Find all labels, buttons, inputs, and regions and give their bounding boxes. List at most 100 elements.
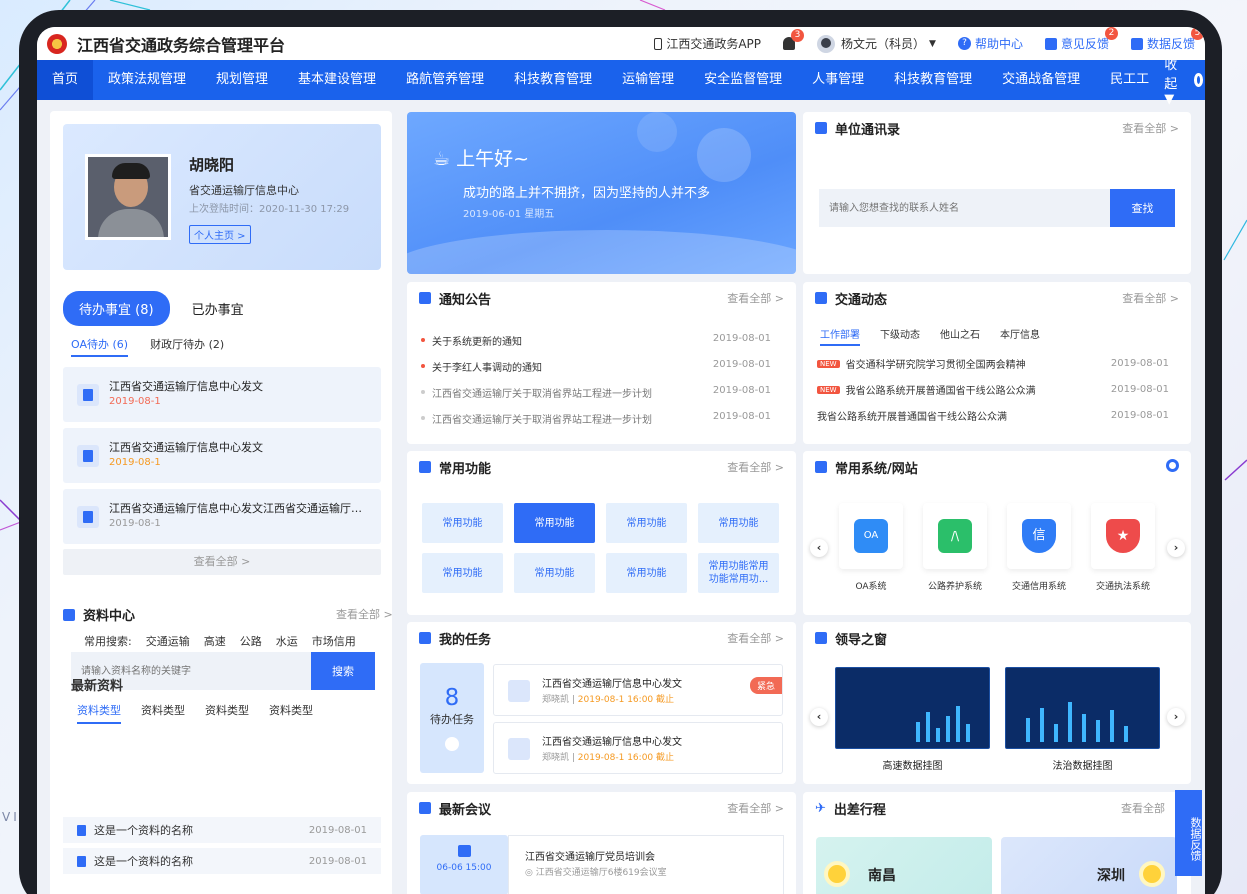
- meetings-more-link[interactable]: 查看全部 >: [727, 800, 784, 816]
- common-search-tag[interactable]: 公路: [240, 633, 262, 649]
- nav-item-transport[interactable]: 运输管理: [607, 60, 689, 100]
- profile-org: 省交通运输厅信息中心: [189, 184, 299, 197]
- contact-search-input[interactable]: [819, 189, 1110, 227]
- function-button[interactable]: 常用功能: [606, 553, 687, 593]
- nav-item-planning[interactable]: 规划管理: [201, 60, 283, 100]
- materials-search-button[interactable]: 搜索: [311, 652, 375, 690]
- file-row[interactable]: 这是一个资料的名称 2019-08-01: [63, 817, 381, 843]
- tab-subordinate[interactable]: 下级动态: [880, 326, 920, 346]
- notice-item[interactable]: 关于系统更新的通知 2019-08-01: [421, 333, 771, 348]
- system-item-enforcement[interactable]: ★ 交通执法系统: [1081, 503, 1165, 592]
- function-button[interactable]: 常用功能: [698, 503, 779, 543]
- materials-more-link[interactable]: 查看全部 >: [336, 606, 393, 622]
- system-item-road[interactable]: /\ 公路养护系统: [913, 503, 997, 592]
- trips-more-link[interactable]: 查看全部: [1121, 800, 1165, 816]
- pending-tasks-summary[interactable]: 8 待办任务: [420, 663, 484, 773]
- meeting-item[interactable]: 江西省交通运输厅党员培训会 ◎ 江西省交通运输厅6楼619会议室: [508, 835, 784, 894]
- side-data-feedback-button[interactable]: 数据反馈: [1175, 790, 1202, 876]
- systems-settings[interactable]: [1166, 459, 1179, 475]
- nav-item-tech-education-2[interactable]: 科技教育管理: [879, 60, 987, 100]
- function-button[interactable]: 常用功能: [514, 553, 595, 593]
- function-button[interactable]: 常用功能常用功能常用功...: [698, 553, 779, 593]
- profile-card: 胡晓阳 省交通运输厅信息中心 上次登陆时间：2020-11-30 17:29 个…: [63, 124, 381, 270]
- function-button[interactable]: 常用功能: [422, 553, 503, 593]
- dynamics-more-link[interactable]: 查看全部 >: [1122, 290, 1179, 306]
- contacts-title: 单位通讯录: [835, 122, 901, 138]
- todo-item[interactable]: 江西省交通运输厅信息中心发文江西省交通运输厅信息中... 2019-08-1: [63, 489, 381, 544]
- nav-item-policy[interactable]: 政策法规管理: [93, 60, 201, 100]
- system-item-credit[interactable]: 信 交通信用系统: [997, 503, 1081, 592]
- notices-more-link[interactable]: 查看全部 >: [727, 290, 784, 306]
- leaders-prev-button[interactable]: ‹: [810, 708, 828, 726]
- subtab-oa[interactable]: OA待办 (6): [71, 336, 129, 357]
- nav-item-war-prep[interactable]: 交通战备管理: [987, 60, 1095, 100]
- notice-item[interactable]: 江西省交通运输厅关于取消省界站工程进一步计划 2019-08-01: [421, 411, 771, 426]
- tab-done[interactable]: 已办事宜: [192, 299, 244, 318]
- common-search-tag[interactable]: 高速: [204, 633, 226, 649]
- tab-pending[interactable]: 待办事宜 (8): [63, 291, 170, 326]
- gear-icon: [1166, 459, 1179, 472]
- user-menu[interactable]: 杨文元（科员） ▼: [817, 34, 936, 53]
- systems-next-button[interactable]: ›: [1167, 539, 1185, 557]
- tab-others[interactable]: 他山之石: [940, 326, 980, 346]
- file-row[interactable]: 这是一个资料的名称 2019-08-01: [63, 848, 381, 874]
- data-feedback-link[interactable]: 数据反馈 5: [1130, 27, 1204, 52]
- todo-view-all[interactable]: 查看全部 >: [63, 549, 381, 575]
- todo-item[interactable]: 江西省交通运输厅信息中心发文 2019-08-1: [63, 428, 381, 483]
- notice-text: 关于李红人事调动的通知: [432, 363, 542, 374]
- tab-work-deployment[interactable]: 工作部署: [820, 326, 860, 346]
- mobile-app-link[interactable]: 江西交通政务APP: [654, 35, 761, 52]
- common-search-tag[interactable]: 市场信用: [312, 633, 356, 649]
- function-button[interactable]: 常用功能: [422, 503, 503, 543]
- nav-item-home[interactable]: 首页: [37, 60, 94, 100]
- dynamics-item[interactable]: NEW 省交通科学研究院学习贯彻全国两会精神 2019-08-01: [817, 356, 1169, 371]
- dynamics-item[interactable]: 我省公路系统开展普通国省干线公路公众满 2019-08-01: [817, 408, 1169, 423]
- nav-item-tech-education[interactable]: 科技教育管理: [499, 60, 607, 100]
- nav-item-construction[interactable]: 基本建设管理: [283, 60, 391, 100]
- gear-icon[interactable]: [1193, 73, 1204, 87]
- tab-material-type[interactable]: 资料类型: [205, 702, 249, 724]
- trip-card-shenzhen[interactable]: 深圳: [1001, 837, 1177, 894]
- leaders-next-button[interactable]: ›: [1167, 708, 1185, 726]
- notice-item[interactable]: 关于李红人事调动的通知 2019-08-01: [421, 359, 771, 374]
- new-badge: NEW: [817, 385, 840, 394]
- task-item[interactable]: 江西省交通运输厅信息中心发文 郑晓凯 | 2019-08-1 16:00 截止: [493, 722, 783, 774]
- tab-material-type[interactable]: 资料类型: [269, 702, 313, 724]
- system-item-oa[interactable]: OA OA系统: [829, 503, 913, 592]
- systems-prev-button[interactable]: ‹: [810, 539, 828, 557]
- function-button[interactable]: 常用功能: [514, 503, 595, 543]
- tab-dept-info[interactable]: 本厅信息: [1000, 326, 1040, 346]
- todo-item[interactable]: 江西省交通运输厅信息中心发文 2019-08-1: [63, 367, 381, 422]
- tab-material-type[interactable]: 资料类型: [141, 702, 185, 724]
- dynamics-header: 交通动态 查看全部 >: [803, 282, 1191, 314]
- notice-item[interactable]: 江西省交通运输厅关于取消省界站工程进一步计划 2019-08-01: [421, 385, 771, 400]
- common-search-tag[interactable]: 交通运输: [146, 633, 190, 649]
- nav-item-migrant[interactable]: 民工工: [1095, 60, 1164, 100]
- user-name: 杨文元（科员）: [841, 37, 926, 51]
- law-dashboard-thumbnail[interactable]: [1005, 667, 1160, 749]
- nav-item-road-maintenance[interactable]: 路航管养管理: [391, 60, 499, 100]
- nav-item-safety[interactable]: 安全监督管理: [689, 60, 797, 100]
- task-item[interactable]: 江西省交通运输厅信息中心发文 郑晓凯 | 2019-08-1 16:00 截止 …: [493, 664, 783, 716]
- tasks-more-link[interactable]: 查看全部 >: [727, 630, 784, 646]
- todo-title: 江西省交通运输厅信息中心发文: [109, 441, 263, 454]
- functions-more-link[interactable]: 查看全部 >: [727, 459, 784, 475]
- notification-button[interactable]: 3: [783, 29, 805, 50]
- function-button[interactable]: 常用功能: [606, 503, 687, 543]
- notices-title: 通知公告: [439, 292, 492, 308]
- collapse-button[interactable]: 收起 ▼: [1164, 54, 1182, 107]
- dynamics-item[interactable]: NEW 我省公路系统开展普通国省干线公路公众满 2019-08-01: [817, 382, 1169, 397]
- contacts-more-link[interactable]: 查看全部 >: [1122, 120, 1179, 136]
- trip-card-nanchang[interactable]: 南昌: [816, 837, 992, 894]
- tab-material-type[interactable]: 资料类型: [77, 702, 121, 724]
- common-search-tag[interactable]: 水运: [276, 633, 298, 649]
- nav-item-personnel[interactable]: 人事管理: [797, 60, 879, 100]
- help-center-link[interactable]: ? 帮助中心: [957, 35, 1023, 52]
- highway-dashboard-thumbnail[interactable]: [835, 667, 990, 749]
- sun-icon: [824, 861, 850, 887]
- subtab-finance[interactable]: 财政厅待办 (2): [150, 336, 224, 357]
- meeting-date: 06-06 15:00: [436, 863, 492, 873]
- feedback-link[interactable]: 意见反馈 2: [1044, 27, 1118, 52]
- contact-search-button[interactable]: 查找: [1110, 189, 1175, 227]
- profile-home-link[interactable]: 个人主页 >: [189, 225, 251, 244]
